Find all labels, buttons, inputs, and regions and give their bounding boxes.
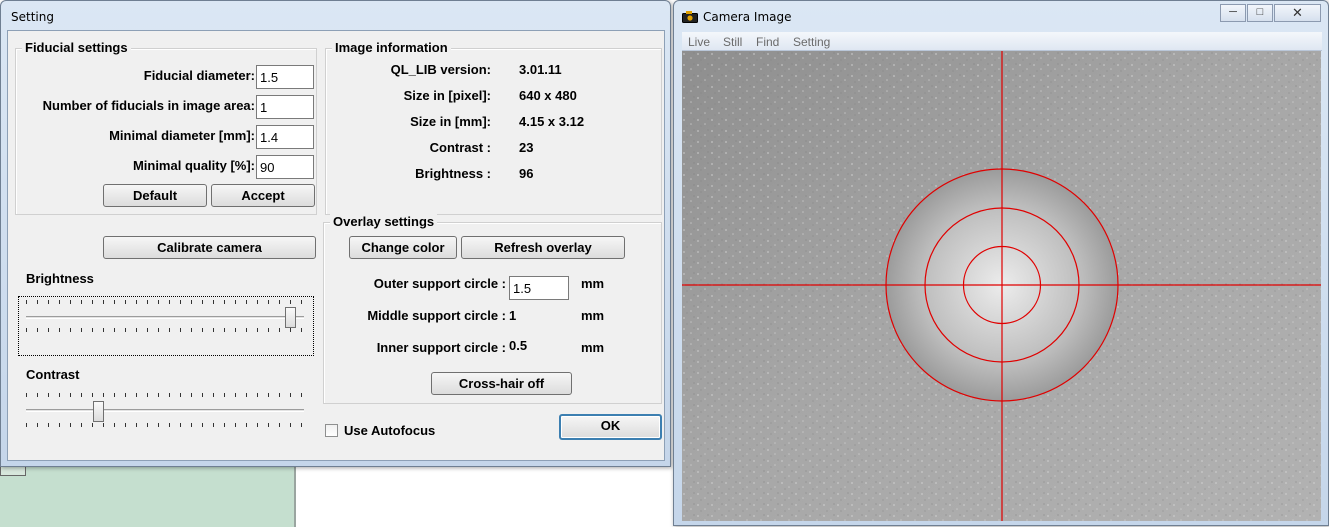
- group-title: Fiducial settings: [22, 40, 131, 55]
- use-autofocus-label[interactable]: Use Autofocus: [344, 423, 435, 438]
- middle-unit-label: mm: [581, 308, 605, 323]
- contrast-info-label: Contrast :: [429, 140, 491, 155]
- camera-app-icon: [682, 11, 698, 23]
- minimal-diameter-input[interactable]: [256, 125, 314, 149]
- size-pixel-label: Size in [pixel]:: [403, 88, 491, 103]
- fiducial-settings-group: Fiducial settings Fiducial diameter: Num…: [15, 40, 317, 215]
- group-title: Image information: [332, 40, 451, 55]
- minimal-quality-input[interactable]: [256, 155, 314, 179]
- accept-button[interactable]: Accept: [211, 184, 315, 207]
- brightness-label: Brightness: [26, 271, 94, 286]
- size-mm-value: 4.15 x 3.12: [519, 114, 585, 129]
- background-app-divider: [294, 462, 296, 527]
- slider-ticks: [26, 300, 304, 304]
- calibrate-camera-button[interactable]: Calibrate camera: [103, 236, 316, 259]
- contrast-label: Contrast: [26, 367, 80, 382]
- fiducial-diameter-label: Fiducial diameter:: [143, 68, 255, 83]
- group-title: Overlay settings: [330, 214, 438, 229]
- change-color-button[interactable]: Change color: [349, 236, 457, 259]
- window-title: Camera Image: [703, 10, 792, 24]
- menu-live[interactable]: Live: [688, 35, 710, 49]
- slider-ticks: [26, 328, 304, 332]
- background-app-fragment: [0, 462, 296, 527]
- overlay-settings-group: Overlay settings Change color Refresh ov…: [323, 214, 662, 404]
- size-pixel-value: 640 x 480: [519, 88, 577, 103]
- inner-support-circle-label: Inner support circle :: [376, 340, 506, 355]
- camera-image: [682, 51, 1321, 521]
- minimal-diameter-label: Minimal diameter [mm]:: [109, 128, 255, 143]
- camera-titlebar[interactable]: Camera Image ─ □ ✕: [674, 1, 1328, 31]
- fiducial-diameter-input[interactable]: [256, 65, 314, 89]
- contrast-slider-thumb[interactable]: [93, 401, 104, 422]
- menu-still[interactable]: Still: [723, 35, 742, 49]
- refresh-overlay-button[interactable]: Refresh overlay: [461, 236, 625, 259]
- outer-support-circle-input[interactable]: [509, 276, 569, 300]
- slider-track: [26, 409, 304, 412]
- cross-hair-off-button[interactable]: Cross-hair off: [431, 372, 572, 395]
- inner-unit-label: mm: [581, 340, 605, 355]
- menu-setting[interactable]: Setting: [793, 35, 830, 49]
- minimal-quality-label: Minimal quality [%]:: [132, 158, 255, 173]
- ok-button[interactable]: OK: [559, 414, 662, 440]
- middle-support-circle-label: Middle support circle :: [367, 308, 506, 323]
- contrast-info-value: 23: [519, 140, 534, 155]
- default-button[interactable]: Default: [103, 184, 207, 207]
- size-mm-label: Size in [mm]:: [410, 114, 491, 129]
- middle-support-circle-value: 1: [509, 308, 517, 323]
- menu-find[interactable]: Find: [756, 35, 779, 49]
- outer-unit-label: mm: [581, 276, 605, 291]
- brightness-info-value: 96: [519, 166, 534, 181]
- brightness-slider-thumb[interactable]: [285, 307, 296, 328]
- contrast-slider[interactable]: [26, 392, 304, 427]
- window-title: Setting: [11, 10, 54, 24]
- camera-image-view[interactable]: [682, 51, 1321, 521]
- maximize-icon[interactable]: □: [1247, 4, 1273, 22]
- minimize-icon[interactable]: ─: [1220, 4, 1246, 22]
- camera-menubar: Live Still Find Setting: [682, 32, 1322, 51]
- fiducial-count-input[interactable]: [256, 95, 314, 119]
- image-information-group: Image information QL_LIB version: 3.01.1…: [325, 40, 662, 215]
- fiducial-count-label: Number of fiducials in image area:: [42, 98, 255, 113]
- slider-ticks: [26, 393, 304, 397]
- setting-titlebar[interactable]: Setting: [1, 1, 670, 31]
- camera-image-window: Camera Image ─ □ ✕ Live Still Find Setti…: [673, 0, 1329, 526]
- setting-window: Setting Fiducial settings Fiducial diame…: [0, 0, 671, 467]
- use-autofocus-checkbox[interactable]: [325, 424, 338, 437]
- ql-lib-version-value: 3.01.11: [519, 62, 562, 77]
- outer-support-circle-label: Outer support circle :: [373, 276, 506, 291]
- inner-support-circle-value: 0.5: [509, 338, 528, 353]
- close-icon[interactable]: ✕: [1274, 4, 1321, 22]
- setting-client-area: Fiducial settings Fiducial diameter: Num…: [7, 30, 665, 461]
- brightness-slider[interactable]: [26, 299, 304, 333]
- slider-ticks: [26, 423, 304, 427]
- ql-lib-version-label: QL_LIB version:: [390, 62, 491, 77]
- brightness-info-label: Brightness :: [415, 166, 491, 181]
- slider-track: [26, 316, 304, 319]
